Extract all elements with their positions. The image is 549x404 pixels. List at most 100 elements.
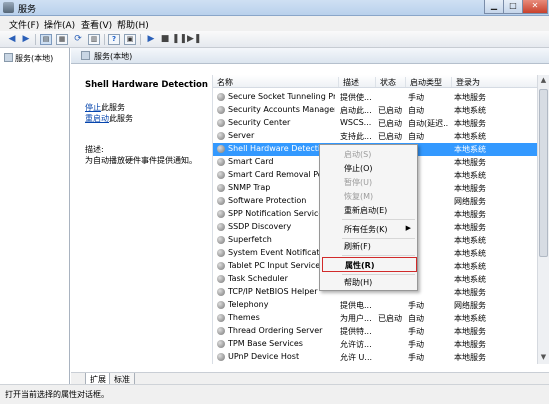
gear-icon	[217, 340, 225, 348]
column-startup-type[interactable]: 启动类型	[406, 77, 452, 87]
tree-item-services-local[interactable]: 服务(本地)	[4, 53, 53, 64]
menu-item-refresh-label: 刷新(F)	[344, 242, 371, 251]
minimize-button[interactable]: ▁	[484, 0, 504, 14]
service-log-on-as-cell: 本地服务	[454, 184, 486, 193]
selected-service-name: Shell Hardware Detection	[85, 80, 208, 90]
service-log-on-as-cell: 本地系统	[454, 236, 486, 245]
service-name-cell: Software Protection	[217, 196, 335, 205]
table-row[interactable]: Themes 为用户... 已启动 自动 本地系统	[213, 312, 537, 325]
table-row[interactable]: Security Accounts Manager 启动此... 已启动 自动 本地系统	[213, 104, 537, 117]
service-log-on-as-cell: 本地服务	[454, 210, 486, 219]
gear-icon	[217, 301, 225, 309]
service-name-cell: Thread Ordering Server	[217, 326, 335, 335]
gear-icon	[217, 314, 225, 322]
service-startup-type-cell: 手动	[408, 353, 424, 362]
column-status[interactable]: 状态	[376, 77, 406, 87]
service-name-cell: TCP/IP NetBIOS Helper	[217, 287, 335, 296]
menu-item-stop-label: 停止(O)	[344, 164, 373, 173]
scrollbar-thumb[interactable]	[539, 89, 548, 257]
table-row[interactable]: Server 支持此... 已启动 自动 本地系统	[213, 130, 537, 143]
menu-item-properties[interactable]: 属性(R)	[322, 257, 417, 272]
service-log-on-as-cell: 本地系统	[454, 132, 486, 141]
menu-item-refresh[interactable]: 刷新(F)	[322, 239, 417, 254]
table-row[interactable]: Secure Socket Tunneling Pr... 提供使... 手动 本地服…	[213, 91, 537, 104]
service-name-text: Smart Card Removal Polic	[228, 170, 332, 179]
vertical-scrollbar[interactable]: ▲ ▼	[537, 75, 549, 364]
service-log-on-as-cell: 网络服务	[454, 197, 486, 206]
column-name[interactable]: 名称	[213, 77, 339, 87]
forward-arrow-icon[interactable]: ▶	[20, 34, 32, 45]
service-description-cell: 允许 U...	[340, 353, 373, 362]
table-row[interactable]: Thread Ordering Server 提供特... 手动 本地服务	[213, 325, 537, 338]
menu-item-resume[interactable]: 恢复(M)	[322, 189, 417, 204]
toolbar: ◀ ▶ ▤ ▦ ⟳ ▥ ? ▣ ▶ ■ ❚❚ ▶❚	[0, 31, 549, 48]
scroll-down-arrow-icon[interactable]: ▼	[538, 352, 549, 363]
menu-item-pause-label: 暂停(U)	[344, 178, 373, 187]
stop-service-icon[interactable]: ■	[159, 34, 171, 45]
service-name-cell: Server	[217, 131, 335, 140]
menu-item-stop[interactable]: 停止(O)	[322, 161, 417, 176]
service-startup-type-cell: 自动	[408, 132, 424, 141]
menu-file[interactable]: 文件(F)	[9, 18, 39, 31]
column-log-on-as[interactable]: 登录为	[452, 77, 537, 87]
service-description-cell: 支持此...	[340, 132, 372, 141]
restart-service-link[interactable]: 重启动	[85, 114, 109, 123]
menu-item-all-tasks[interactable]: 所有任务(K) ▶	[322, 222, 417, 237]
service-name-cell: Security Center	[217, 118, 335, 127]
column-description[interactable]: 描述	[339, 77, 376, 87]
restart-service-suffix: 此服务	[109, 114, 133, 123]
service-startup-type-cell: 自动(延迟...	[408, 119, 448, 128]
table-row[interactable]: UPnP Device Host 允许 U... 手动 本地服务	[213, 351, 537, 364]
menu-help[interactable]: 帮助(H)	[117, 18, 149, 31]
menu-view[interactable]: 查看(V)	[81, 18, 112, 31]
service-log-on-as-cell: 本地服务	[454, 119, 486, 128]
service-name-cell: Security Accounts Manager	[217, 105, 335, 114]
service-log-on-as-cell: 本地服务	[454, 353, 486, 362]
service-name-text: Themes	[228, 313, 260, 322]
gear-icon	[217, 288, 225, 296]
gear-icon	[217, 132, 225, 140]
console-tree: 服务(本地)	[0, 48, 70, 384]
menu-item-pause[interactable]: 暂停(U)	[322, 175, 417, 190]
gear-icon	[217, 262, 225, 270]
gear-icon	[217, 184, 225, 192]
menu-item-help[interactable]: 帮助(H)	[322, 275, 417, 290]
menu-item-start[interactable]: 启动(S)	[322, 147, 417, 162]
action-pane-icon[interactable]: ▣	[124, 34, 136, 45]
service-name-text: Superfetch	[228, 235, 272, 244]
back-arrow-icon[interactable]: ◀	[6, 34, 18, 45]
service-name-cell: Task Scheduler	[217, 274, 335, 283]
stop-service-link[interactable]: 停止	[85, 103, 101, 112]
service-name-text: Task Scheduler	[228, 274, 288, 283]
service-log-on-as-cell: 本地系统	[454, 262, 486, 271]
service-name-cell: Secure Socket Tunneling Pr...	[217, 92, 335, 101]
restart-service-icon[interactable]: ▶❚	[187, 34, 201, 45]
refresh-icon[interactable]: ⟳	[72, 34, 84, 45]
stop-service-suffix: 此服务	[101, 103, 125, 112]
properties-view-icon[interactable]: ▦	[56, 34, 68, 45]
submenu-arrow-icon: ▶	[405, 224, 411, 232]
maximize-button[interactable]: □	[503, 0, 523, 14]
table-row[interactable]: Security Center WSCS... 已启动 自动(延迟... 本地服务	[213, 117, 537, 130]
show-hide-console-tree-icon[interactable]: ▤	[40, 34, 52, 45]
menu-separator	[342, 219, 415, 220]
start-service-icon[interactable]: ▶	[145, 34, 157, 45]
help-icon[interactable]: ?	[108, 34, 120, 45]
pause-service-icon[interactable]: ❚❚	[172, 34, 187, 45]
service-log-on-as-cell: 本地系统	[454, 145, 486, 154]
service-name-text: SNMP Trap	[228, 183, 271, 192]
status-bar: 打开当前选择的属性对话框。	[0, 384, 549, 404]
table-row[interactable]: Telephony 提供电... 手动 网络服务	[213, 299, 537, 312]
gear-icon	[217, 93, 225, 101]
export-list-icon[interactable]: ▥	[88, 34, 100, 45]
menu-separator	[342, 255, 415, 256]
service-description-cell: 允许访...	[340, 340, 372, 349]
table-row[interactable]: TPM Base Services 允许访... 手动 本地服务	[213, 338, 537, 351]
services-app-icon	[3, 2, 14, 13]
close-button[interactable]: ✕	[522, 0, 548, 14]
service-log-on-as-cell: 网络服务	[454, 301, 486, 310]
menu-action[interactable]: 操作(A)	[44, 18, 75, 31]
scroll-up-arrow-icon[interactable]: ▲	[538, 75, 549, 86]
menu-item-restart[interactable]: 重新启动(E)	[322, 203, 417, 218]
description-text: 为自动播放硬件事件提供通知。	[85, 156, 197, 165]
